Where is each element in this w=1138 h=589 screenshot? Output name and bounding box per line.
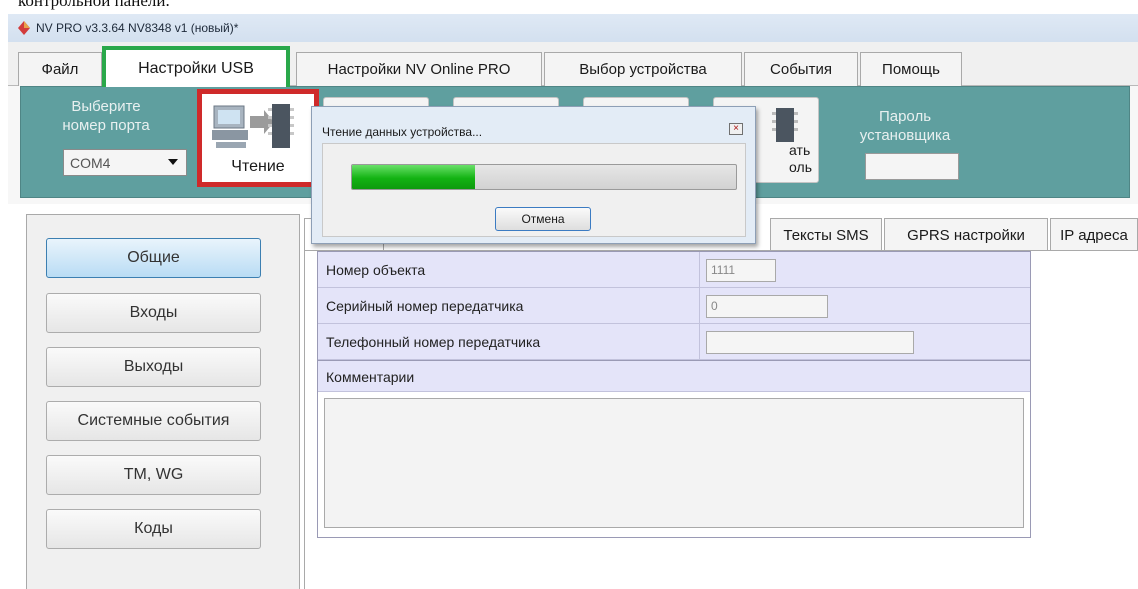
port-select-label: Выберите номер порта [62, 98, 150, 134]
nav-outputs-button[interactable]: Выходы [46, 347, 261, 387]
tab-sms-texts[interactable]: Тексты SMS [770, 218, 882, 251]
comments-label: Комментарии [326, 369, 415, 385]
tab-events[interactable]: События [744, 52, 858, 86]
window-title: NV PRO v3.3.64 NV8348 v1 (новый)* [36, 21, 239, 35]
nav-system-events-button[interactable]: Системные события [46, 401, 261, 441]
nav-general-button[interactable]: Общие [46, 238, 261, 278]
phone-number-row: Телефонный номер передатчика [318, 324, 1030, 360]
com-port-value: COM4 [70, 154, 111, 171]
installer-password-label: Пароль установщика [859, 108, 951, 144]
app-logo-icon [18, 21, 30, 35]
nav-inputs-button[interactable]: Входы [46, 293, 261, 333]
read-progress-dialog: Чтение данных устройства... × Отмена [311, 106, 756, 244]
close-icon[interactable]: × [729, 123, 743, 135]
comments-textarea[interactable] [324, 398, 1024, 528]
progress-bar [351, 164, 737, 190]
read-button[interactable]: Чтение [197, 89, 319, 187]
tab-gprs-settings[interactable]: GPRS настройки [884, 218, 1048, 251]
object-number-label: Номер объекта [326, 262, 426, 278]
tab-file[interactable]: Файл [18, 52, 102, 86]
left-nav-panel: Общие Входы Выходы Системные события ТМ,… [26, 214, 300, 589]
object-number-row: Номер объекта 1111 [318, 252, 1030, 288]
tab-nv-online-pro[interactable]: Настройки NV Online PRO [296, 52, 542, 86]
serial-number-field[interactable]: 0 [706, 295, 828, 318]
progress-bar-fill [352, 165, 475, 189]
comments-header: Комментарии [318, 360, 1030, 392]
chevron-down-icon [168, 159, 178, 165]
general-settings-form: Номер объекта 1111 Серийный номер переда… [317, 251, 1031, 538]
chip-icon [772, 108, 798, 142]
tab-device-select[interactable]: Выбор устройства [544, 52, 742, 86]
phone-number-label: Телефонный номер передатчика [326, 334, 541, 350]
content-panel: Номер объекта 1111 Серийный номер переда… [304, 250, 1138, 589]
main-area: Общие Входы Выходы Системные события ТМ,… [8, 204, 1138, 589]
serial-number-row: Серийный номер передатчика 0 [318, 288, 1030, 324]
title-bar: NV PRO v3.3.64 NV8348 v1 (новый)* [8, 14, 1138, 42]
nav-tm-wg-button[interactable]: ТМ, WG [46, 455, 261, 495]
installer-password-field[interactable] [865, 153, 959, 180]
tab-help[interactable]: Помощь [860, 52, 962, 86]
com-port-select[interactable]: COM4 [63, 149, 187, 176]
read-button-label: Чтение [231, 158, 285, 175]
cancel-button[interactable]: Отмена [495, 207, 591, 231]
phone-number-field[interactable] [706, 331, 914, 354]
cropped-caption-text: контрольной панели. [18, 0, 170, 10]
tab-usb-settings[interactable]: Настройки USB [102, 46, 290, 87]
row-divider [699, 324, 700, 359]
nav-codes-button[interactable]: Коды [46, 509, 261, 549]
tab-ip-addresses[interactable]: IP адреса [1050, 218, 1138, 251]
serial-number-label: Серийный номер передатчика [326, 298, 524, 314]
main-menu-tabs: Файл Настройки USB Настройки NV Online P… [8, 42, 1138, 87]
dialog-body: Отмена [322, 143, 746, 237]
computer-to-device-icon [212, 104, 294, 148]
dialog-title: Чтение данных устройства... [322, 125, 483, 139]
object-number-field[interactable]: 1111 [706, 259, 776, 282]
row-divider [699, 252, 700, 287]
row-divider [699, 288, 700, 323]
change-password-label: ать оль [789, 142, 812, 175]
